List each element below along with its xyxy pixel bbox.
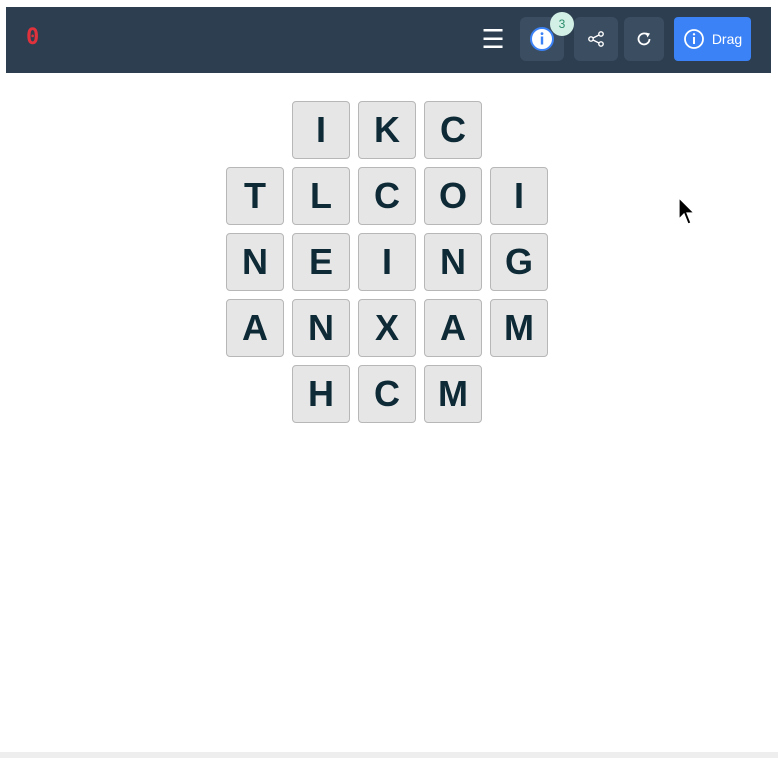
letter-tile[interactable]: G — [490, 233, 548, 291]
letter-tile[interactable]: L — [292, 167, 350, 225]
letter-tile[interactable]: M — [490, 299, 548, 357]
letter-tile[interactable]: T — [226, 167, 284, 225]
hint-button[interactable]: 3 — [520, 12, 574, 61]
score-display: 0 — [26, 25, 40, 50]
hint-count-badge: 3 — [550, 12, 574, 36]
letter-tile[interactable]: I — [358, 233, 416, 291]
letter-tile[interactable]: I — [292, 101, 350, 159]
mouse-cursor-icon — [678, 197, 696, 225]
top-bar: 0 ☰ 3 Drag — [6, 7, 771, 73]
letter-tile[interactable]: A — [424, 299, 482, 357]
share-icon — [588, 31, 604, 47]
letter-tile[interactable]: O — [424, 167, 482, 225]
letter-tile[interactable]: E — [292, 233, 350, 291]
letter-tile[interactable]: C — [424, 101, 482, 159]
hamburger-menu-icon: ☰ — [481, 24, 505, 54]
letter-tile[interactable]: N — [292, 299, 350, 357]
letter-tile[interactable]: A — [226, 299, 284, 357]
drag-mode-label: Drag — [711, 31, 743, 47]
letter-tile[interactable]: N — [424, 233, 482, 291]
letter-tile[interactable]: N — [226, 233, 284, 291]
letter-tile[interactable]: H — [292, 365, 350, 423]
refresh-icon — [637, 32, 651, 46]
restart-button[interactable] — [624, 17, 664, 61]
info-icon — [683, 29, 704, 49]
letter-tile[interactable]: C — [358, 365, 416, 423]
letter-tile[interactable]: M — [424, 365, 482, 423]
letter-tile[interactable]: I — [490, 167, 548, 225]
letter-tile[interactable]: X — [358, 299, 416, 357]
letter-tile[interactable]: K — [358, 101, 416, 159]
drag-mode-button[interactable]: Drag — [674, 17, 751, 61]
letter-tile[interactable]: C — [358, 167, 416, 225]
share-button[interactable] — [574, 17, 618, 61]
menu-button[interactable]: ☰ — [479, 25, 507, 53]
page-bottom-edge — [0, 752, 778, 758]
